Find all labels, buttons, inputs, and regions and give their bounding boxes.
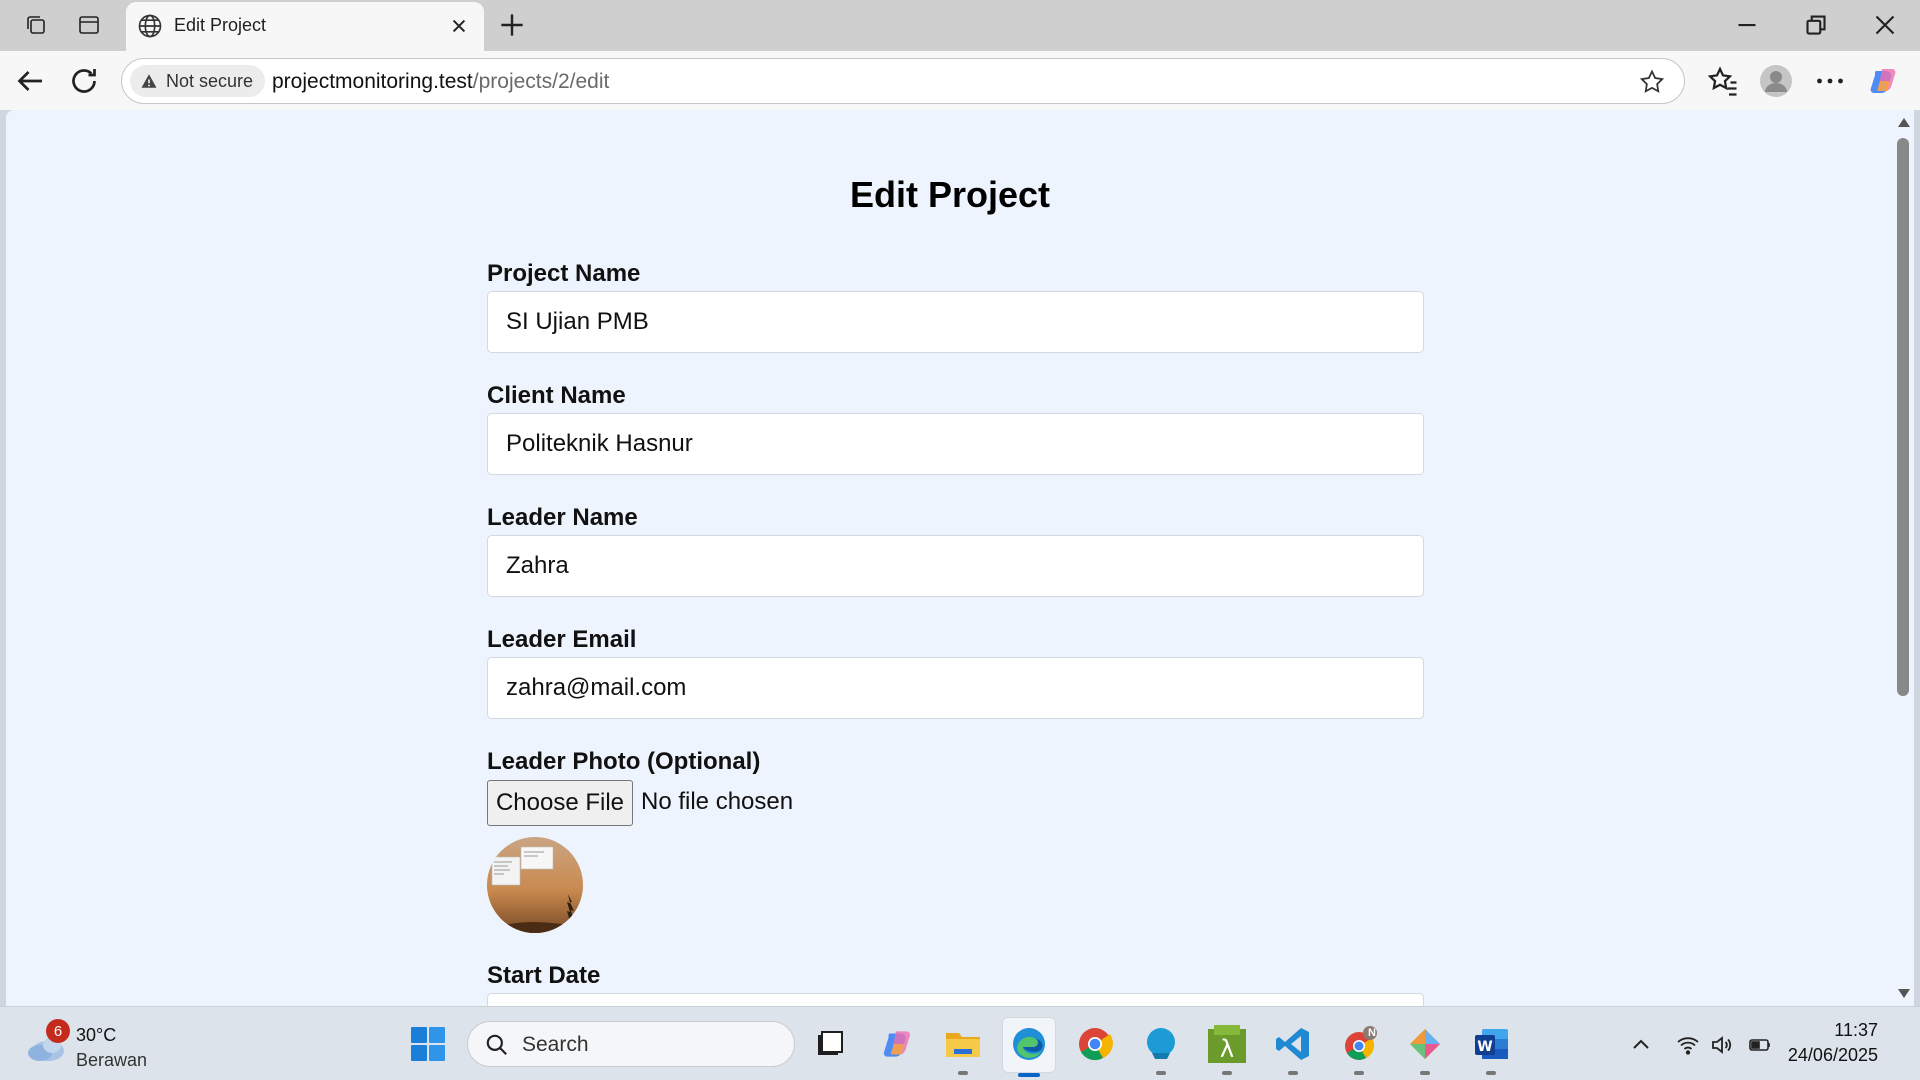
new-tab-icon[interactable] <box>496 9 528 41</box>
more-options-icon[interactable] <box>1812 63 1848 99</box>
weather-description: Berawan <box>76 1050 148 1070</box>
task-view-icon <box>818 1031 843 1055</box>
vscode-icon <box>1276 1028 1309 1060</box>
battery-icon[interactable] <box>1748 1033 1772 1057</box>
word-icon: W <box>1475 1029 1508 1059</box>
address-bar[interactable]: Not secure projectmonitoring.test/projec… <box>121 58 1685 104</box>
running-indicator <box>1222 1071 1232 1075</box>
client-name-label: Client Name <box>487 382 626 409</box>
reload-icon[interactable] <box>66 63 102 99</box>
leader-name-input[interactable]: Zahra <box>487 535 1424 597</box>
scroll-down-arrow[interactable] <box>1898 989 1910 998</box>
tab-edit-project[interactable]: Edit Project <box>126 2 484 51</box>
taskbar-file-explorer[interactable] <box>940 1021 986 1075</box>
copilot-app-icon <box>883 1031 911 1057</box>
browser-toolbar: Not secure projectmonitoring.test/projec… <box>0 51 1920 110</box>
taskbar-laragon[interactable]: λ <box>1204 1021 1250 1075</box>
page-title: Edit Project <box>849 174 1051 215</box>
globe-icon <box>138 14 162 38</box>
file-status-text: No file chosen <box>641 788 794 815</box>
svg-text:λ: λ <box>1220 1035 1234 1063</box>
active-app-indicator <box>1018 1073 1040 1077</box>
search-placeholder: Search <box>522 1033 589 1056</box>
running-indicator <box>1156 1071 1166 1075</box>
warning-icon <box>141 74 157 88</box>
start-date-input[interactable] <box>487 993 1424 1006</box>
running-indicator <box>1354 1071 1364 1075</box>
blue-app-icon <box>1147 1028 1175 1059</box>
taskbar-chrome-profile[interactable]: N <box>1336 1021 1382 1075</box>
leader-email-input[interactable]: zahra@mail.com <box>487 657 1424 719</box>
svg-text:W: W <box>1477 1039 1492 1055</box>
scroll-up-arrow[interactable] <box>1898 118 1910 127</box>
browser-titlebar: Edit Project <box>0 0 1920 51</box>
taskbar-word[interactable]: W <box>1468 1021 1514 1075</box>
page-scrollbar[interactable] <box>1894 110 1914 1006</box>
back-icon[interactable] <box>12 63 48 99</box>
client-name-input[interactable]: Politeknik Hasnur <box>487 413 1424 475</box>
weather-alert-badge: 6 <box>46 1019 70 1043</box>
windows-logo-icon <box>411 1027 445 1061</box>
search-icon <box>486 1034 507 1055</box>
taskbar-search[interactable]: Search <box>467 1021 795 1067</box>
diamond-app-icon <box>1410 1029 1440 1059</box>
task-view-button[interactable] <box>807 1021 853 1067</box>
running-indicator <box>958 1071 968 1075</box>
close-window-icon[interactable] <box>1867 8 1903 42</box>
project-name-label: Project Name <box>487 260 641 287</box>
favorites-icon[interactable] <box>1705 63 1741 99</box>
taskbar-copilot[interactable] <box>875 1021 921 1067</box>
minimize-icon[interactable] <box>1729 8 1765 42</box>
desktop: Edit Project Not secure projectmonitorin… <box>0 0 1920 1080</box>
choose-file-button[interactable]: Choose File <box>487 780 633 826</box>
edge-icon <box>1013 1028 1045 1060</box>
scroll-thumb[interactable] <box>1897 138 1909 696</box>
start-date-label: Start Date <box>487 962 601 989</box>
leader-photo-preview <box>487 837 583 933</box>
clock-time[interactable]: 11:37 <box>1834 1020 1878 1041</box>
leader-name-label: Leader Name <box>487 504 638 531</box>
taskbar-app-blue[interactable] <box>1138 1021 1184 1075</box>
leader-photo-label: Leader Photo (Optional) <box>487 748 761 775</box>
not-secure-label: Not secure <box>166 70 254 91</box>
leader-email-label: Leader Email <box>487 626 637 653</box>
url-path: /projects/2/edit <box>472 70 610 93</box>
weather-temperature: 30°C <box>76 1025 117 1045</box>
windows-taskbar: 6 30°C Berawan Search λ N W 11:37 24/06/… <box>0 1006 1920 1080</box>
vertical-tabs-icon[interactable] <box>74 10 104 40</box>
url-text[interactable]: projectmonitoring.test/projects/2/edit <box>272 70 609 94</box>
taskbar-gemini-app[interactable] <box>1402 1021 1448 1075</box>
page-viewport: Edit Project Project Name SI Ujian PMB C… <box>6 110 1894 1006</box>
taskbar-vscode[interactable] <box>1270 1021 1316 1075</box>
tab-title: Edit Project <box>174 15 267 35</box>
wifi-icon[interactable] <box>1676 1033 1700 1057</box>
lambda-icon: λ <box>1208 1025 1246 1063</box>
folder-icon <box>946 1033 980 1057</box>
profile-avatar[interactable] <box>1758 63 1794 99</box>
chrome-profile-badge: N <box>1368 1027 1376 1039</box>
taskbar-edge[interactable] <box>1006 1021 1052 1067</box>
start-button[interactable] <box>405 1021 451 1067</box>
url-host: projectmonitoring.test <box>272 70 473 93</box>
volume-icon[interactable] <box>1710 1033 1734 1057</box>
running-indicator <box>1420 1071 1430 1075</box>
taskbar-chrome[interactable] <box>1072 1021 1118 1067</box>
clock-date[interactable]: 24/06/2025 <box>1788 1045 1878 1066</box>
chevron-up-icon[interactable] <box>1629 1033 1653 1057</box>
running-indicator <box>1486 1071 1496 1075</box>
chrome-icon <box>1079 1028 1113 1061</box>
workspaces-icon[interactable] <box>21 10 51 40</box>
close-tab-icon[interactable] <box>446 13 472 39</box>
project-name-input[interactable]: SI Ujian PMB <box>487 291 1424 353</box>
favorite-star-icon[interactable] <box>1638 68 1666 96</box>
restore-icon[interactable] <box>1798 8 1834 42</box>
copilot-icon[interactable] <box>1866 63 1902 99</box>
site-info-button[interactable]: Not secure <box>130 65 266 97</box>
running-indicator <box>1288 1071 1298 1075</box>
weather-widget[interactable]: 6 30°C Berawan <box>26 1019 156 1071</box>
